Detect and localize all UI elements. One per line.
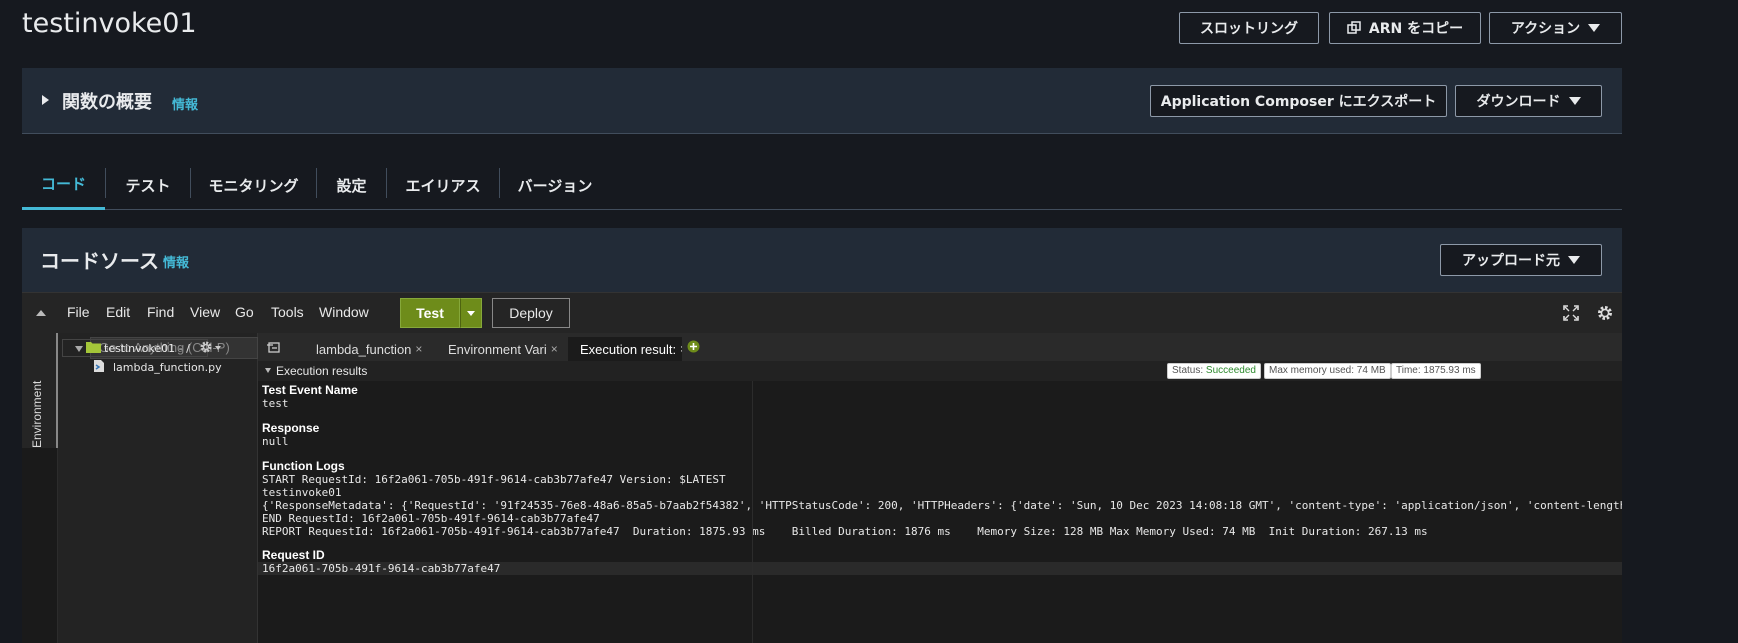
chevron-down-icon xyxy=(1588,24,1601,32)
menu-find[interactable]: Find xyxy=(147,304,174,320)
gear-icon[interactable] xyxy=(1596,304,1614,322)
gear-icon[interactable] xyxy=(199,340,213,354)
editor-tab-bar: lambda_function × Environment Vari × Execu… xyxy=(258,333,1622,361)
log-line: START RequestId: 16f2a061-705b-491f-9614… xyxy=(262,473,726,486)
request-id-label: Request ID xyxy=(262,548,325,562)
export-composer-button[interactable]: Application Composer にエクスポート xyxy=(1150,85,1447,117)
download-button[interactable]: ダウンロード xyxy=(1455,85,1602,117)
tab-execution-results[interactable]: Execution result:× xyxy=(568,337,682,361)
code-source-title: コードソース xyxy=(40,249,159,273)
chevron-down-icon xyxy=(1568,97,1581,105)
tab-settings[interactable]: 設定 xyxy=(317,160,386,210)
overview-info-link[interactable]: 情報 xyxy=(172,94,198,113)
tab-label: Execution result: xyxy=(580,341,677,357)
chevron-down-icon[interactable] xyxy=(215,346,221,350)
log-line: REPORT RequestId: 16f2a061-705b-491f-961… xyxy=(262,525,1428,538)
chevron-down-icon xyxy=(467,310,475,316)
menu-go[interactable]: Go xyxy=(235,304,254,320)
tab-label: Environment Vari xyxy=(448,341,547,357)
menu-view[interactable]: View xyxy=(190,304,220,320)
tab-test[interactable]: テスト xyxy=(106,160,190,210)
throttle-label: スロットリング xyxy=(1200,21,1298,37)
status-value: Succeeded xyxy=(1205,365,1256,376)
add-tab-icon[interactable] xyxy=(687,340,700,353)
fullscreen-icon[interactable] xyxy=(1562,304,1580,322)
expand-triangle-icon[interactable] xyxy=(42,95,49,105)
cloud9-ide: File Edit Find View Go Tools Window Test… xyxy=(22,292,1622,643)
close-icon[interactable]: × xyxy=(551,342,558,356)
execution-results-panel: Execution results Status: Succeeded Max … xyxy=(258,361,1622,643)
test-button[interactable]: Test xyxy=(400,298,460,328)
download-label: ダウンロード xyxy=(1476,94,1561,110)
menu-tools[interactable]: Tools xyxy=(271,304,304,320)
tab-aliases[interactable]: エイリアス xyxy=(387,160,499,210)
collapse-arrow-icon[interactable] xyxy=(36,310,46,316)
request-id-value[interactable]: 16f2a061-705b-491f-9614-cab3b77afe47 xyxy=(262,562,500,575)
print-margin-line xyxy=(752,381,753,643)
test-dropdown-button[interactable] xyxy=(460,298,482,328)
copy-icon xyxy=(1347,21,1361,34)
code-source-panel: コードソース 情報 アップロード元 xyxy=(22,228,1622,292)
tab-list-icon[interactable] xyxy=(267,342,280,353)
menu-window[interactable]: Window xyxy=(319,304,369,320)
copy-arn-label: ARN をコピー xyxy=(1368,21,1464,37)
test-event-name-label: Test Event Name xyxy=(262,383,358,397)
menu-edit[interactable]: Edit xyxy=(106,304,130,320)
function-tabs: コード テスト モニタリング 設定 エイリアス バージョン xyxy=(22,160,1622,210)
throttle-button[interactable]: スロットリング xyxy=(1179,12,1319,44)
response-value: null xyxy=(262,435,289,448)
python-file-icon xyxy=(94,360,104,372)
log-line: {'ResponseMetadata': {'RequestId': '91f2… xyxy=(262,499,1622,512)
log-line: END RequestId: 16f2a061-705b-491f-9614-c… xyxy=(262,512,600,525)
actions-button[interactable]: アクション xyxy=(1489,12,1622,44)
export-label: Application Composer にエクスポート xyxy=(1160,94,1437,110)
code-source-info-link[interactable]: 情報 xyxy=(163,252,189,271)
tab-environment-vars[interactable]: Environment Vari × xyxy=(436,337,561,361)
log-line: testinvoke01 xyxy=(262,486,342,499)
close-icon[interactable]: × xyxy=(680,342,682,356)
function-logs-label: Function Logs xyxy=(262,459,345,473)
results-header-label: Execution results xyxy=(276,364,368,378)
collapse-arrow-icon[interactable] xyxy=(265,368,271,373)
environment-tab-label: Environment xyxy=(30,380,44,448)
ide-menubar: File Edit Find View Go Tools Window Test… xyxy=(22,293,1622,333)
tab-lambda-function[interactable]: lambda_function × xyxy=(304,337,424,361)
environment-tab[interactable]: Environment xyxy=(22,333,58,448)
chevron-down-icon xyxy=(1568,256,1580,264)
time-badge: Time: 1875.93 ms xyxy=(1391,363,1481,379)
memory-badge: Max memory used: 74 MB xyxy=(1264,363,1391,379)
upload-label: アップロード元 xyxy=(1462,253,1560,269)
upload-from-button[interactable]: アップロード元 xyxy=(1440,244,1602,276)
tree-root-label: testinvoke01 - / xyxy=(104,342,190,355)
test-event-name-value: test xyxy=(262,397,289,410)
status-badge: Status: Succeeded xyxy=(1167,363,1261,379)
file-tree xyxy=(58,333,258,643)
tab-versions[interactable]: バージョン xyxy=(500,160,610,210)
copy-arn-button[interactable]: ARN をコピー xyxy=(1329,12,1481,44)
overview-title[interactable]: 関数の概要 xyxy=(62,88,152,114)
status-prefix: Status: xyxy=(1172,365,1206,376)
deploy-button[interactable]: Deploy xyxy=(492,298,570,328)
tab-monitoring[interactable]: モニタリング xyxy=(191,160,316,210)
page-title: testinvoke01 xyxy=(22,8,197,39)
results-header: Execution results Status: Succeeded Max … xyxy=(258,361,1622,381)
function-overview-panel: 関数の概要 情報 Application Composer にエクスポート ダウ… xyxy=(22,68,1622,134)
actions-label: アクション xyxy=(1510,21,1581,37)
close-icon[interactable]: × xyxy=(415,342,422,356)
tree-file-lambda[interactable]: lambda_function.py xyxy=(113,361,222,374)
tab-label: lambda_function xyxy=(316,341,412,357)
tab-code[interactable]: コード xyxy=(22,160,105,210)
response-label: Response xyxy=(262,421,320,435)
menu-file[interactable]: File xyxy=(67,304,90,320)
